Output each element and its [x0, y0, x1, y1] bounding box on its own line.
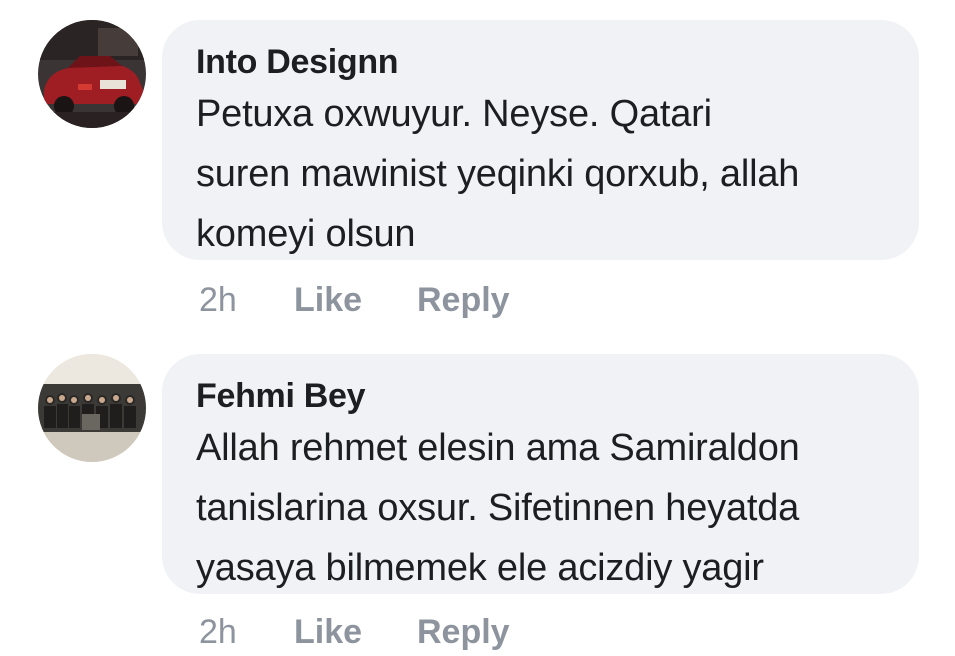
avatar[interactable] [38, 354, 146, 462]
comment-text-line: tanislarina oxsur. Sifetinnen heyatda [196, 487, 800, 529]
comment-text-line: Allah rehmet elesin ama Samiraldon [196, 427, 800, 469]
comment-text-line: yasaya bilmemek ele acizdiy yagir [196, 547, 764, 589]
reply-button[interactable]: Reply [417, 612, 510, 652]
comment-bubble: Fehmi Bey Allah rehmet elesin ama Samira… [162, 354, 919, 594]
like-button[interactable]: Like [294, 612, 362, 652]
profile-photo-group-icon [38, 354, 146, 462]
comment-item: Fehmi Bey Allah rehmet elesin ama Samira… [0, 0, 955, 656]
comment-timestamp[interactable]: 2h [199, 612, 237, 652]
comment-author[interactable]: Fehmi Bey [196, 376, 885, 416]
comment-text: Allah rehmet elesin ama Samiraldon tanis… [196, 418, 885, 598]
